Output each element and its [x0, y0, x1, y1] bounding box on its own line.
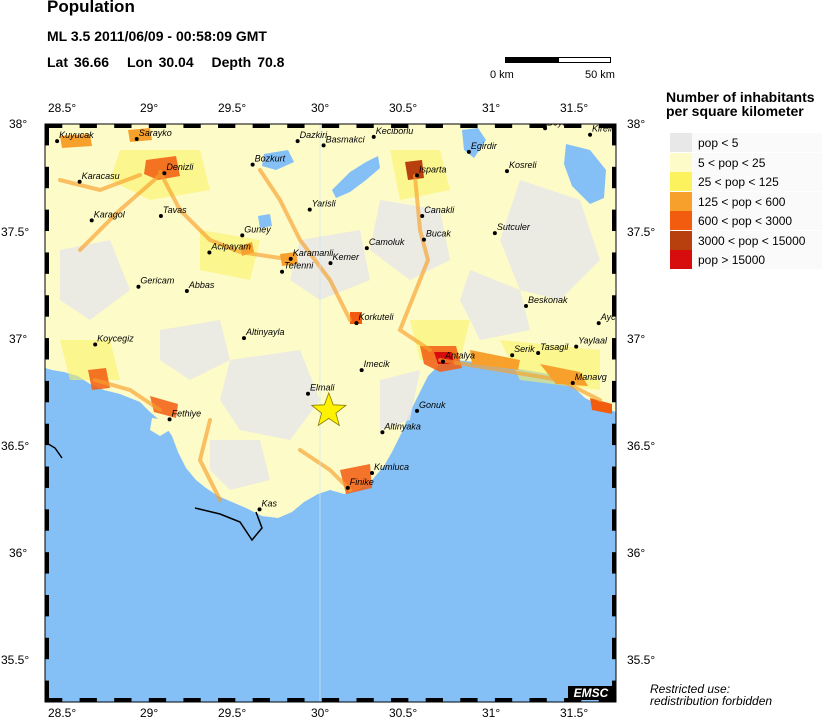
city-label: Tavas — [163, 205, 187, 215]
city-label: Manavg — [575, 372, 607, 382]
emsc-logo: EMSC — [568, 686, 614, 700]
legend-swatch — [670, 191, 692, 211]
city-label: Tefenni — [284, 261, 314, 271]
legend-swatch — [670, 211, 692, 230]
city-label: Gericam — [140, 276, 175, 286]
city-label: Basmakci — [326, 134, 366, 144]
lat-tick-left: 37° — [9, 332, 28, 346]
city-label: Camoluk — [369, 237, 405, 247]
legend-swatch — [670, 250, 692, 269]
city-label: Gonuk — [419, 400, 446, 410]
city-label: Sarayko — [139, 128, 172, 138]
legend-item: pop > 15000 — [670, 250, 822, 269]
city-label: Korkuteli — [358, 312, 394, 322]
city-label: Karamanli — [293, 248, 335, 258]
legend-item: pop < 5 — [670, 133, 822, 152]
city-label: Karacasu — [82, 171, 120, 181]
lon-tick-bottom: 31° — [482, 706, 501, 720]
lat-tick-right: 35.5° — [627, 653, 656, 667]
city-label: Kosreli — [509, 160, 538, 170]
lon-tick-top: 29.5° — [218, 101, 247, 115]
city-label: Yarisli — [312, 199, 337, 209]
lon-tick-top: 30° — [311, 101, 330, 115]
lon-tick-bottom: 29.5° — [218, 706, 247, 720]
lon-tick-top: 28.5° — [48, 101, 77, 115]
city-label: Egirdir — [471, 141, 498, 151]
city-label: Altinyaka — [383, 421, 421, 431]
city-label: Isparta — [419, 164, 447, 174]
legend: pop < 5 5 < pop < 25 25 < pop < 125 125 … — [670, 133, 822, 270]
city-label: Beskonak — [528, 295, 568, 305]
city-label: Bucak — [426, 229, 452, 239]
legend-swatch — [670, 230, 692, 250]
city-label: Serik — [514, 344, 535, 354]
city-label: Dazkiri — [300, 130, 329, 140]
city-label: Yaylaal — [578, 336, 608, 346]
legend-swatch — [670, 133, 692, 152]
city-label: Bozkurt — [255, 154, 286, 164]
city-label: Kumluca — [374, 462, 409, 472]
lon-tick-top: 29° — [140, 101, 159, 115]
city-label: Denizli — [166, 162, 194, 172]
lon-tick-bottom: 28.5° — [48, 706, 77, 720]
lon-tick-top: 30.5° — [389, 101, 418, 115]
lon-tick-top: 31.5° — [560, 101, 589, 115]
lon-tick-bottom: 30° — [311, 706, 330, 720]
map-content: Kuyucak Sarayko Denizli Karacasu Bozkurt Dazk… — [45, 124, 616, 702]
legend-item: 125 < pop < 600 — [670, 191, 822, 211]
city-label: Canakli — [424, 205, 455, 215]
legend-item: 25 < pop < 125 — [670, 172, 822, 191]
lat-tick-right: 36° — [627, 546, 646, 560]
city-label: Sutculer — [497, 222, 531, 232]
legend-item: 5 < pop < 25 — [670, 152, 822, 172]
lon-tick-bottom: 29° — [140, 706, 159, 720]
lat-tick-left: 36° — [9, 546, 28, 560]
lon-tick-top: 31° — [482, 101, 501, 115]
city-label: Karagol — [94, 209, 126, 219]
lon-tick-bottom: 31.5° — [560, 706, 589, 720]
lat-tick-right: 36.5° — [627, 439, 656, 453]
legend-title: Number of inhabitants per square kilomet… — [666, 89, 815, 119]
city-label: Kemer — [333, 252, 361, 262]
legend-swatch — [670, 152, 692, 172]
lat-tick-right: 38° — [627, 117, 646, 131]
legend-item: 600 < pop < 3000 — [670, 211, 822, 230]
city-label: Elmali — [310, 383, 336, 393]
legend-item: 3000 < pop < 15000 — [670, 230, 822, 250]
city-label: Acipayam — [210, 241, 251, 251]
city-label: Fethiye — [172, 408, 202, 418]
city-label: Finike — [350, 477, 374, 487]
lat-tick-right: 37° — [627, 332, 646, 346]
city-label: Guney — [244, 224, 271, 234]
city-label: Kuyucak — [59, 130, 94, 140]
city-label: Tasagil — [540, 342, 569, 352]
city-label: Koycegiz — [97, 333, 134, 343]
city-label: Kas — [262, 498, 278, 508]
city-label: Abbas — [188, 280, 215, 290]
lat-tick-left: 37.5° — [1, 225, 30, 239]
lat-tick-left: 38° — [9, 117, 28, 131]
city-label: Antalya — [444, 351, 475, 361]
svg-text:EMSC: EMSC — [574, 686, 609, 700]
lat-tick-left: 36.5° — [1, 439, 30, 453]
restricted-use-note: Restricted use: redistribution forbidden — [650, 682, 773, 708]
legend-swatch — [670, 172, 692, 191]
lat-tick-left: 35.5° — [1, 653, 30, 667]
city-label: Altinyayla — [245, 327, 285, 337]
lat-tick-right: 37.5° — [627, 225, 656, 239]
lon-tick-bottom: 30.5° — [389, 706, 418, 720]
city-label: Imecik — [364, 359, 391, 369]
